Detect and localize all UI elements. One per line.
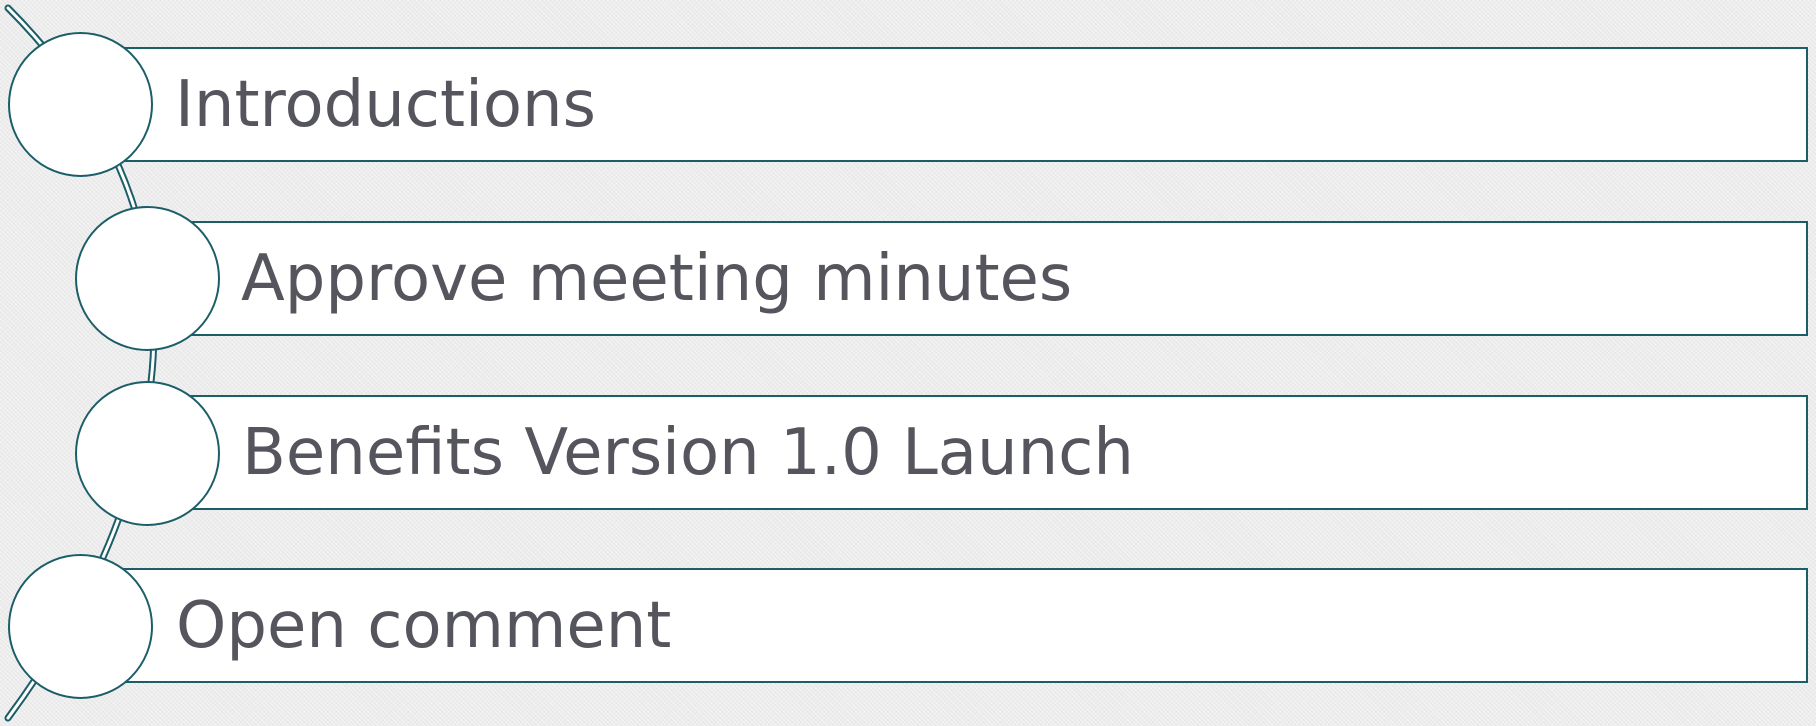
agenda-bar: Introductions bbox=[85, 47, 1808, 162]
agenda-bar: Benefits Version 1.0 Launch bbox=[150, 395, 1808, 510]
agenda-circle bbox=[8, 32, 153, 177]
agenda-circle bbox=[75, 206, 220, 351]
agenda-item-label: Benefits Version 1.0 Launch bbox=[242, 415, 1134, 490]
agenda-circle bbox=[8, 554, 153, 699]
agenda-bar: Approve meeting minutes bbox=[150, 221, 1808, 336]
agenda-item-label: Approve meeting minutes bbox=[241, 241, 1073, 316]
agenda-item-label: Open comment bbox=[176, 588, 672, 663]
agenda-bar: Open comment bbox=[85, 568, 1808, 683]
agenda-item-label: Introductions bbox=[175, 67, 596, 142]
agenda-circle bbox=[75, 381, 220, 526]
